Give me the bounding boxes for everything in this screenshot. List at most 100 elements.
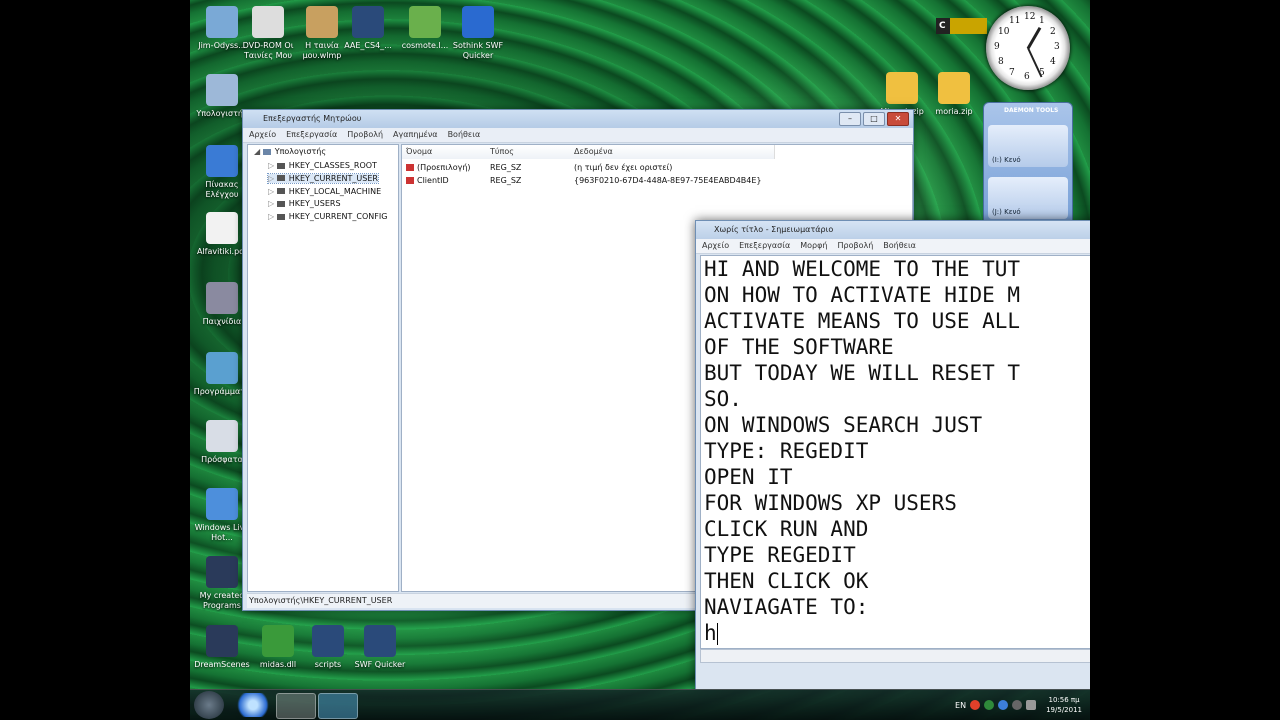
notepad-titlebar[interactable]: Χωρίς τίτλο - Σημειωματάριο bbox=[696, 221, 1090, 239]
language-indicator[interactable]: EN bbox=[955, 701, 966, 710]
tree-key-label: HKEY_CLASSES_ROOT bbox=[288, 161, 377, 170]
dvd-icon bbox=[252, 6, 284, 38]
folder-icon bbox=[276, 162, 285, 169]
clock-number: 7 bbox=[1009, 67, 1015, 78]
folder-icon bbox=[276, 213, 285, 220]
maximize-button[interactable]: □ bbox=[863, 112, 885, 126]
horizontal-scrollbar[interactable] bbox=[700, 649, 1090, 663]
status-path: Υπολογιστής\HKEY_CURRENT_USER bbox=[249, 596, 393, 605]
tree-key-label: HKEY_CURRENT_USER bbox=[288, 173, 378, 183]
daemon-drive-row[interactable]: (J:) Κενό bbox=[988, 177, 1068, 219]
desktop-icon[interactable]: DreamScenes bbox=[192, 625, 252, 670]
text-line: ON WINDOWS SEARCH JUST bbox=[704, 413, 983, 437]
c-badge-gadget[interactable]: C bbox=[936, 18, 987, 34]
desktop-icon-label: DVD-ROM Οι Ταινίες Μου bbox=[242, 41, 294, 60]
text-line: SO. bbox=[704, 387, 742, 411]
column-name-header[interactable]: Όνομα bbox=[402, 145, 487, 159]
tray-icon[interactable] bbox=[984, 700, 995, 710]
tree-root-computer[interactable]: ◢ Υπολογιστής bbox=[254, 147, 326, 156]
menu-item[interactable]: Βοήθεια bbox=[448, 128, 481, 142]
volume-icon[interactable] bbox=[1026, 700, 1037, 710]
desktop-icon[interactable]: scripts bbox=[298, 625, 358, 670]
folder-icon bbox=[276, 188, 285, 195]
column-type-header[interactable]: Τύπος bbox=[486, 145, 571, 159]
movie-icon bbox=[306, 6, 338, 38]
shield-icon bbox=[262, 625, 294, 657]
notepad-window[interactable]: Χωρίς τίτλο - Σημειωματάριο Αρχείο Επεξερ… bbox=[695, 220, 1090, 690]
menu-item[interactable]: Αρχείο bbox=[249, 128, 276, 142]
value-data: {963F0210-67D4-448A-8E97-75E4EABD4B4E} bbox=[574, 176, 762, 185]
cosmote-icon bbox=[409, 6, 441, 38]
clock-number: 6 bbox=[1024, 72, 1030, 82]
desktop-icon-label: cosmote.l... bbox=[401, 41, 449, 50]
desktop: Jim-Odyss... DVD-ROM Οι Ταινίες Μου Η ταιν… bbox=[190, 0, 1090, 720]
text-line: FOR WINDOWS XP USERS bbox=[704, 491, 957, 515]
menu-item[interactable]: Μορφή bbox=[800, 239, 827, 253]
text-caret bbox=[716, 623, 718, 645]
control-panel-icon bbox=[206, 145, 238, 177]
pdf-icon bbox=[206, 212, 238, 244]
app-icon bbox=[364, 625, 396, 657]
desktop-icon-label: SWF Quicker bbox=[354, 660, 406, 669]
desktop-icon[interactable]: SWF Quicker bbox=[350, 625, 410, 670]
desktop-icon[interactable]: moria.zip bbox=[924, 72, 984, 117]
current-line: h bbox=[704, 621, 718, 645]
string-value-icon bbox=[406, 177, 414, 184]
close-button[interactable]: ✕ bbox=[887, 112, 909, 126]
clock-number: 9 bbox=[994, 42, 1000, 52]
clock-number: 1 bbox=[1039, 16, 1045, 27]
menu-item[interactable]: Προβολή bbox=[837, 239, 873, 253]
desktop-icon[interactable]: Sothink SWF Quicker bbox=[448, 6, 508, 61]
tray-icon[interactable] bbox=[970, 700, 981, 710]
network-icon[interactable] bbox=[1012, 700, 1023, 710]
column-data-header[interactable]: Δεδομένα bbox=[570, 145, 775, 159]
tree-key-hkey-local-machine[interactable]: ▷ HKEY_LOCAL_MACHINE bbox=[268, 187, 381, 196]
notepad-menubar: Αρχείο Επεξεργασία Μορφή Προβολή Βοήθεια bbox=[696, 239, 1090, 254]
menu-item[interactable]: Αγαπημένα bbox=[393, 128, 438, 142]
desktop-icon[interactable]: AAE_CS4_... bbox=[338, 6, 398, 51]
desktop-icon-label: DreamScenes bbox=[194, 660, 250, 669]
desktop-icon-label: moria.zip bbox=[935, 107, 973, 116]
start-button[interactable] bbox=[194, 691, 224, 719]
notepad-text-area[interactable]: HI AND WELCOME TO THE TUT ON HOW TO ACTIV… bbox=[700, 255, 1090, 649]
daemon-drive-row[interactable]: (I:) Κενό bbox=[988, 125, 1068, 167]
text-line: OF THE SOFTWARE bbox=[704, 335, 894, 359]
clock-gadget[interactable]: 12 1 2 3 4 5 6 7 8 9 10 11 bbox=[986, 6, 1070, 90]
tree-key-hkey-classes-root[interactable]: ▷ HKEY_CLASSES_ROOT bbox=[268, 161, 377, 170]
desktop-icon[interactable]: cosmote.l... bbox=[395, 6, 455, 51]
folder-icon bbox=[276, 175, 285, 182]
desktop-icon[interactable]: DVD-ROM Οι Ταινίες Μου bbox=[238, 6, 298, 61]
tree-key-hkey-users[interactable]: ▷ HKEY_USERS bbox=[268, 199, 341, 208]
menu-item[interactable]: Βοήθεια bbox=[883, 239, 916, 253]
text-line: ON HOW TO ACTIVATE HIDE M bbox=[704, 283, 1021, 307]
taskbar-browser-icon[interactable] bbox=[234, 693, 272, 717]
taskbar-notepad-button[interactable] bbox=[318, 693, 358, 719]
folder-icon bbox=[206, 556, 238, 588]
text-line: THEN CLICK OK bbox=[704, 569, 869, 593]
minimize-button[interactable]: – bbox=[839, 112, 861, 126]
menu-item[interactable]: Επεξεργασία bbox=[286, 128, 337, 142]
text-line: CLICK RUN AND bbox=[704, 517, 869, 541]
menu-item[interactable]: Αρχείο bbox=[702, 239, 729, 253]
regedit-titlebar[interactable]: Επεξεργαστής Μητρώου – □ ✕ bbox=[243, 110, 913, 128]
tree-key-hkey-current-user[interactable]: ▷ HKEY_CURRENT_USER bbox=[267, 172, 379, 184]
tree-key-hkey-current-config[interactable]: ▷ HKEY_CURRENT_CONFIG bbox=[268, 212, 387, 221]
zip-icon bbox=[886, 72, 918, 104]
menu-item[interactable]: Προβολή bbox=[347, 128, 383, 142]
app-icon bbox=[206, 625, 238, 657]
windows-icon bbox=[206, 488, 238, 520]
recent-icon bbox=[206, 420, 238, 452]
text-line: NAVIAGATE TO: bbox=[704, 595, 869, 619]
taskbar-clock[interactable]: 10:56 πμ 19/5/2011 bbox=[1046, 695, 1082, 715]
menu-item[interactable]: Επεξεργασία bbox=[739, 239, 790, 253]
value-type: REG_SZ bbox=[490, 163, 522, 172]
folder-icon bbox=[276, 200, 285, 207]
registry-tree: ◢ Υπολογιστής ▷ HKEY_CLASSES_ROOT ▷ HKEY_… bbox=[247, 144, 399, 592]
taskbar-regedit-button[interactable] bbox=[276, 693, 316, 719]
system-tray: EN 10:56 πμ 19/5/2011 bbox=[955, 690, 1082, 720]
zip-icon bbox=[938, 72, 970, 104]
folder-icon bbox=[312, 625, 344, 657]
string-value-icon bbox=[406, 164, 414, 171]
app-icon bbox=[352, 6, 384, 38]
tray-icon[interactable] bbox=[998, 700, 1009, 710]
